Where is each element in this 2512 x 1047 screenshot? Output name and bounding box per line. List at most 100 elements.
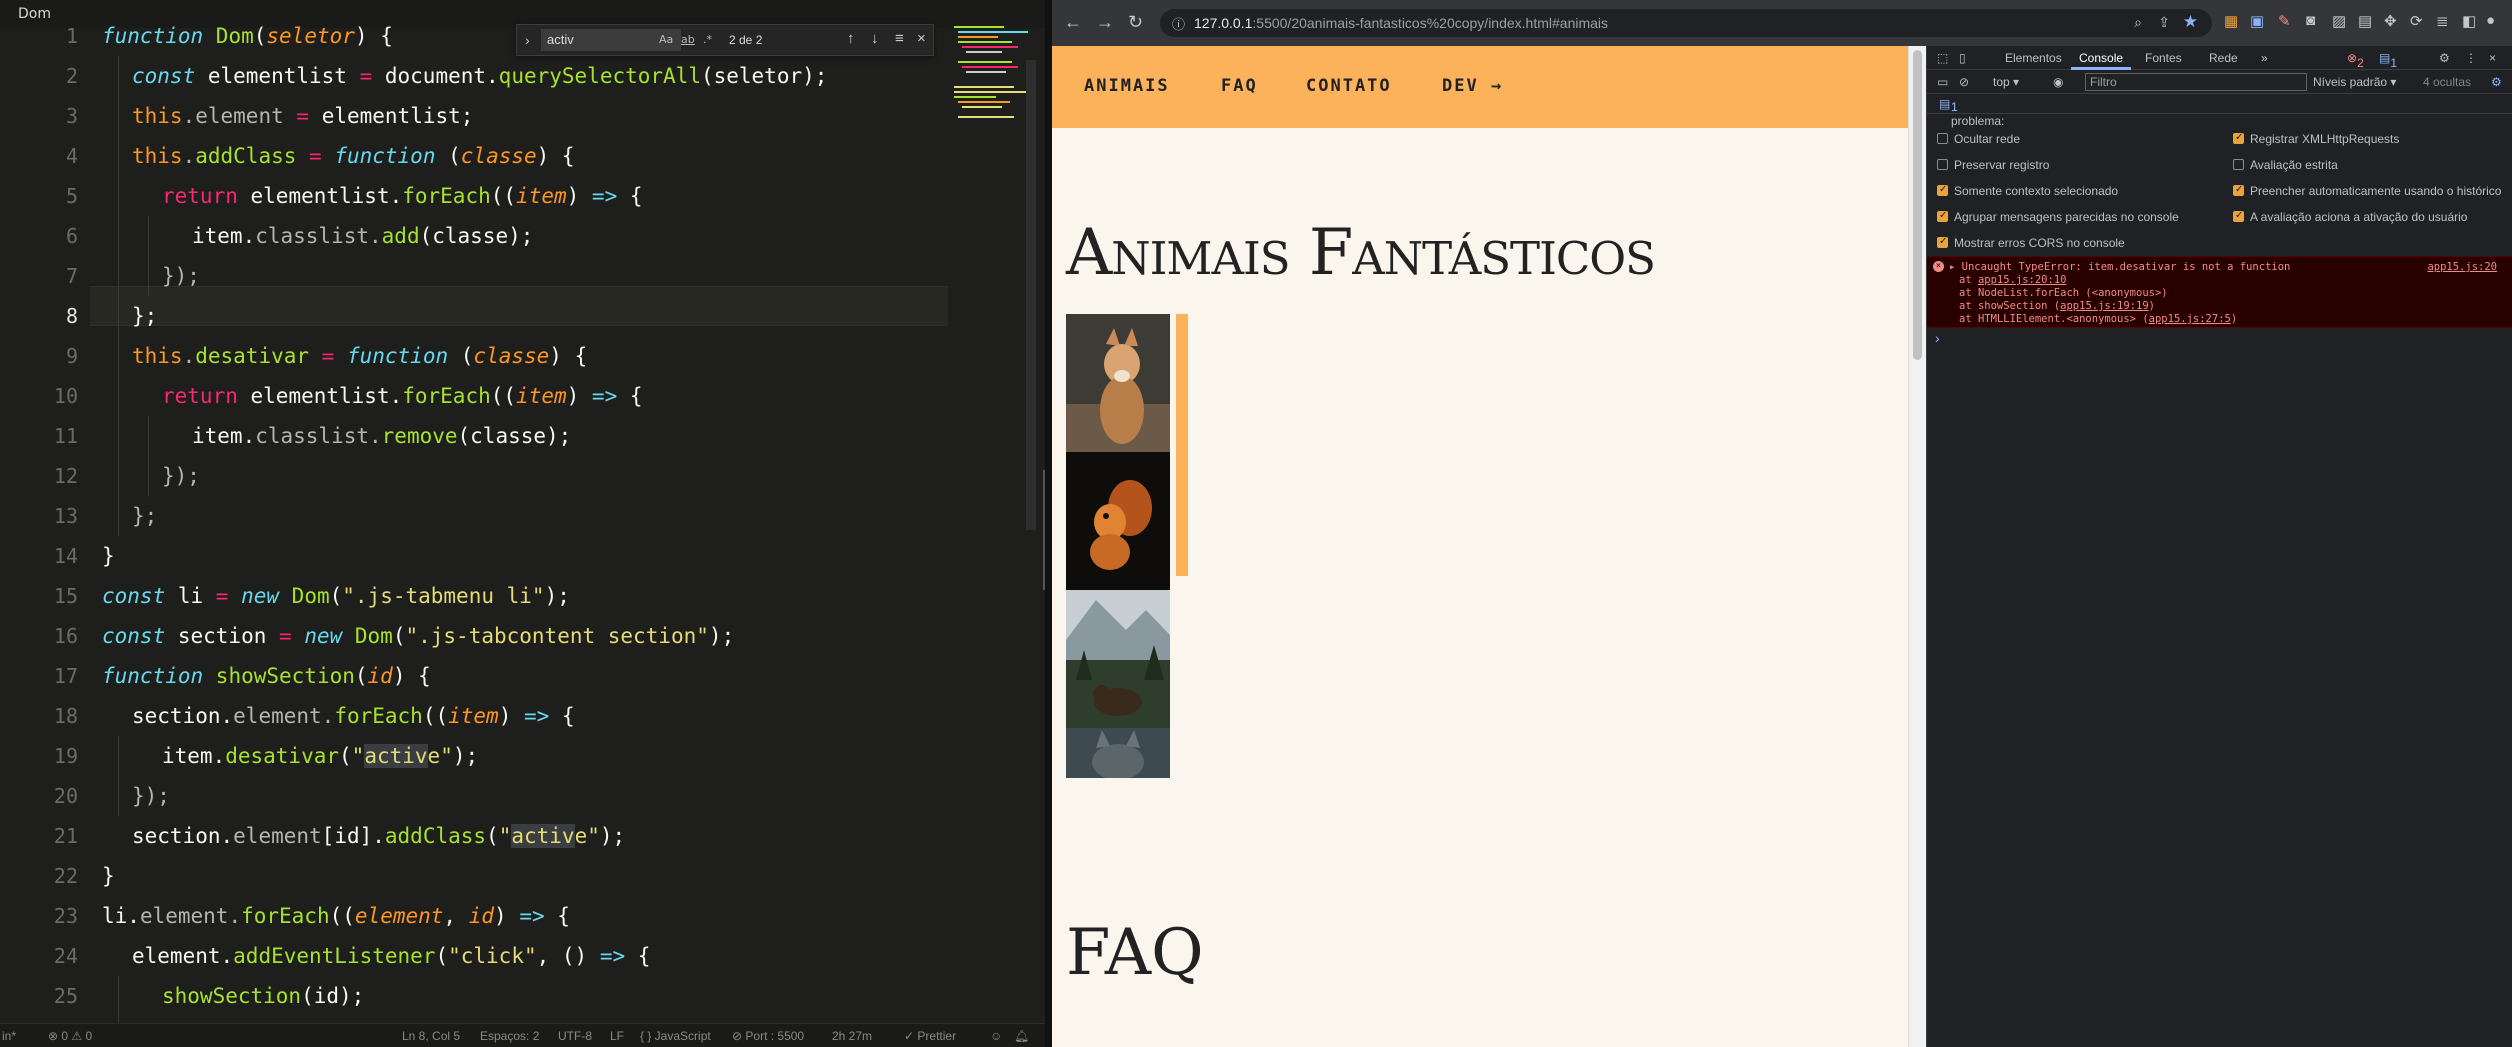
share-icon[interactable]: ⇪ — [2158, 14, 2170, 31]
tab-elementos[interactable]: Elementos — [2005, 51, 2062, 65]
code-line[interactable]: const section = new Dom(".js-tabcontent … — [102, 616, 734, 656]
context-selector[interactable]: top ▾ — [1993, 75, 2019, 89]
checkbox-checked-icon[interactable] — [2233, 210, 2244, 222]
code-line[interactable]: li.element.forEach((element, id) => { — [102, 896, 570, 936]
error-text[interactable]: ▸ Uncaught TypeError: item.desativar is … — [1949, 261, 2290, 273]
error-count-badge[interactable]: ⊗ 2 — [2347, 51, 2364, 70]
extension-doc-icon[interactable]: ▤ — [2358, 12, 2372, 30]
status-branch[interactable]: in* — [2, 1029, 16, 1043]
toggle-replace-icon[interactable]: › — [525, 32, 530, 48]
code-line[interactable]: section.element[id].addClass("active"); — [132, 816, 625, 856]
editor-scrollbar-track[interactable] — [1026, 60, 1036, 530]
squirrel-thumbnail[interactable] — [1066, 452, 1170, 590]
code-line[interactable]: }); — [162, 456, 200, 496]
side-panel-icon[interactable]: ◧ — [2462, 12, 2476, 30]
code-line[interactable]: const elementlist = document.querySelect… — [132, 56, 827, 96]
address-bar[interactable]: ⓘ 127.0.0.1:5500/20animais-fantasticos%2… — [1160, 9, 2212, 37]
code-line[interactable]: this.element = elementlist; — [132, 96, 473, 136]
tab-console[interactable]: Console — [2079, 51, 2123, 65]
find-in-selection-icon[interactable]: ≡ — [895, 30, 904, 47]
match-case-toggle[interactable]: Aa — [659, 33, 673, 46]
previous-match-icon[interactable]: ↑ — [847, 30, 855, 47]
wolf-thumbnail[interactable] — [1066, 728, 1170, 778]
problems-count-badge[interactable]: ▤ 1 — [1939, 97, 1958, 114]
checkbox-checked-icon[interactable] — [1937, 210, 1948, 222]
console-setting-checkbox[interactable]: Preencher automaticamente usando o histó… — [2233, 184, 2501, 198]
extension-pen-icon[interactable]: ✎ — [2278, 12, 2291, 30]
checkbox-checked-icon[interactable] — [2233, 132, 2244, 144]
code-line[interactable]: section.element.forEach((item) => { — [132, 696, 575, 736]
checkbox-unchecked-icon[interactable] — [1937, 133, 1948, 144]
console-setting-checkbox[interactable]: Somente contexto selecionado — [1937, 184, 2118, 198]
reload-icon[interactable]: ↻ — [1128, 12, 1143, 33]
code-line[interactable]: item.desativar("active"); — [162, 736, 478, 776]
code-line[interactable]: }); — [162, 256, 200, 296]
page-scrollbar[interactable] — [1908, 46, 1926, 1047]
profile-avatar-icon[interactable]: ● — [2486, 12, 2495, 29]
menu-link-contato[interactable]: CONTATO — [1306, 76, 1392, 96]
console-error-message[interactable]: × ▸ Uncaught TypeError: item.desativar i… — [1927, 256, 2512, 328]
console-prompt[interactable]: › — [1935, 330, 1940, 346]
menu-link-faq[interactable]: FAQ — [1221, 76, 1258, 96]
code-line[interactable]: } — [102, 856, 115, 896]
console-setting-checkbox[interactable]: Preservar registro — [1937, 158, 2049, 172]
bear-thumbnail[interactable] — [1066, 590, 1170, 728]
fox-thumbnail[interactable] — [1066, 314, 1170, 452]
tab-rede[interactable]: Rede — [2209, 51, 2238, 65]
stack-frame-link[interactable]: app15.js:20:10 — [1978, 274, 2067, 286]
extension-image-icon[interactable]: ▨ — [2332, 12, 2346, 30]
code-line[interactable]: const li = new Dom(".js-tabmenu li"); — [102, 576, 570, 616]
url-text[interactable]: 127.0.0.1:5500/20animais-fantasticos%20c… — [1194, 15, 1608, 31]
console-setting-checkbox[interactable]: Ocultar rede — [1937, 132, 2020, 146]
code-area[interactable]: function Dom(seletor) {const elementlist… — [102, 24, 947, 1047]
problems-bar[interactable]: 1 problema: ▤ 1 — [1927, 94, 2512, 128]
clear-console-icon[interactable]: ⊘ — [1959, 75, 1969, 89]
code-line[interactable]: return elementlist.forEach((item) => { — [162, 376, 643, 416]
device-toolbar-icon[interactable]: ▯ — [1959, 51, 1966, 65]
close-find-icon[interactable]: × — [917, 30, 926, 47]
log-levels-dropdown[interactable]: Níveis padrão ▾ — [2313, 75, 2396, 89]
console-setting-checkbox[interactable]: Registrar XMLHttpRequests — [2233, 132, 2399, 146]
extension-camera-icon[interactable]: ◙ — [2306, 12, 2315, 29]
site-info-icon[interactable]: ⓘ — [1172, 14, 1185, 33]
code-line[interactable]: this.desativar = function (classe) { — [132, 336, 587, 376]
console-setting-checkbox[interactable]: Agrupar mensagens parecidas no console — [1937, 210, 2179, 224]
devtools-menu-icon[interactable]: ⋮ — [2465, 51, 2477, 65]
status-live-server[interactable]: ⊘ Port : 5500 — [732, 1029, 804, 1043]
stack-frame[interactable]: at showSection (app15.js:19:19) — [1959, 300, 2155, 312]
status-cursor-position[interactable]: Ln 8, Col 5 — [402, 1029, 460, 1043]
reading-list-icon[interactable]: ≣ — [2436, 12, 2449, 30]
code-line[interactable]: return elementlist.forEach((item) => { — [162, 176, 643, 216]
status-prettier[interactable]: ✓ Prettier — [904, 1029, 956, 1043]
code-line[interactable]: showSection(id); — [162, 976, 364, 1016]
back-arrow-icon[interactable]: ← — [1064, 12, 1082, 33]
checkbox-checked-icon[interactable] — [2233, 184, 2244, 196]
page-viewport[interactable]: ANIMAIS FAQ CONTATO DEV → Animais Fantás… — [1052, 46, 1908, 1047]
code-line[interactable]: item.classlist.add(classe); — [192, 216, 533, 256]
console-filter-input[interactable]: Filtro — [2085, 73, 2307, 91]
code-line[interactable]: function showSection(id) { — [102, 656, 431, 696]
regex-toggle[interactable]: .* — [703, 33, 712, 46]
bookmark-star-icon[interactable]: ★ — [2183, 12, 2198, 32]
live-expression-eye-icon[interactable]: ◉ — [2053, 75, 2063, 89]
stack-frame[interactable]: at app15.js:20:10 — [1959, 274, 2066, 286]
checkbox-checked-icon[interactable] — [1937, 184, 1948, 196]
forward-arrow-icon[interactable]: → — [1096, 12, 1114, 33]
extensions-puzzle-icon[interactable]: ✥ — [2384, 12, 2397, 30]
devtools-settings-icon[interactable]: ⚙ — [2439, 51, 2450, 65]
menu-link-dev[interactable]: DEV → — [1442, 76, 1503, 96]
code-editor[interactable]: Dom 1 2 3 4 5 6 7 8 9 10 11 12 13 14 15 16 17 18 19 20 21 22 2… — [0, 0, 1045, 1047]
code-line[interactable]: }); — [132, 776, 170, 816]
zoom-icon[interactable]: ⌕ — [2134, 14, 2142, 31]
inspect-element-icon[interactable]: ⬚ — [1937, 51, 1948, 65]
status-indentation[interactable]: Espaços: 2 — [480, 1029, 539, 1043]
more-tabs-icon[interactable]: » — [2261, 51, 2268, 65]
tab-fontes[interactable]: Fontes — [2145, 51, 2182, 65]
code-line[interactable]: }; — [132, 296, 157, 336]
extension-grid-icon[interactable]: ▦ — [2224, 12, 2238, 30]
page-scrollbar-thumb[interactable] — [1913, 50, 1922, 360]
console-setting-checkbox[interactable]: Mostrar erros CORS no console — [1937, 236, 2125, 250]
extension-sync-icon[interactable]: ⟳ — [2410, 12, 2423, 30]
console-setting-checkbox[interactable]: Avaliação estrita — [2233, 158, 2338, 172]
whole-word-toggle[interactable]: ab — [681, 33, 695, 46]
